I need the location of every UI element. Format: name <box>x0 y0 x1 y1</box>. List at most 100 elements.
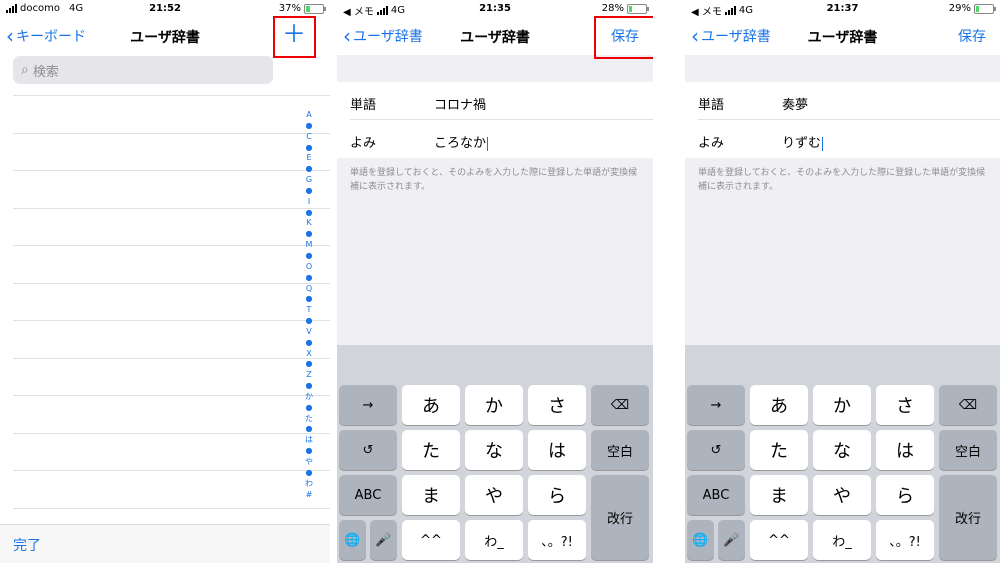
navigation-bar: ‹ ユーザ辞書 ユーザ辞書 保存 <box>685 17 1000 55</box>
word-row[interactable]: 単語 コロナ禍 <box>337 82 653 120</box>
index-letter[interactable]: I <box>304 197 314 208</box>
reading-row[interactable]: よみ りずむ <box>685 120 1000 158</box>
index-letter[interactable]: ● <box>304 273 314 284</box>
delete-icon[interactable]: ⌫ <box>591 385 649 425</box>
index-letter[interactable]: ● <box>304 208 314 219</box>
index-letter[interactable]: か <box>304 392 314 403</box>
kana-key[interactable]: ら <box>876 475 934 515</box>
done-button[interactable]: 完了 <box>13 535 41 555</box>
page-title: ユーザ辞書 <box>807 30 878 46</box>
index-letter[interactable]: ● <box>304 229 314 240</box>
index-letter[interactable]: T <box>304 305 314 316</box>
kana-key[interactable]: ま <box>750 475 808 515</box>
index-letter[interactable]: ● <box>304 143 314 154</box>
battery-percent: 29% <box>948 3 971 14</box>
kana-key[interactable]: あ <box>402 385 460 425</box>
kana-key[interactable]: あ <box>750 385 808 425</box>
index-letter[interactable]: ● <box>304 424 314 435</box>
index-letter[interactable]: M <box>304 240 314 251</box>
index-letter[interactable]: O <box>304 262 314 273</box>
index-letter[interactable]: E <box>304 153 314 164</box>
reading-row[interactable]: よみ ころなか <box>337 120 653 158</box>
delete-icon[interactable]: ⌫ <box>939 385 997 425</box>
status-bar: ◀ メモ 4G 21:37 29% <box>685 0 1000 18</box>
abc-key[interactable]: ABC <box>687 475 745 515</box>
index-letter[interactable]: V <box>304 327 314 338</box>
microphone-icon[interactable]: 🎤 <box>718 520 745 560</box>
kana-key[interactable]: は <box>528 430 586 470</box>
search-placeholder: 検索 <box>32 64 59 80</box>
reading-field[interactable]: ころなか <box>434 132 489 151</box>
kana-key[interactable]: 、。?! <box>876 520 934 560</box>
index-letter[interactable]: K <box>304 218 314 229</box>
undo-key[interactable]: ↺ <box>687 430 745 470</box>
kana-key[interactable]: か <box>465 385 523 425</box>
index-letter[interactable]: Q <box>304 284 314 295</box>
kana-key[interactable]: さ <box>528 385 586 425</box>
kana-key[interactable]: 、。?! <box>528 520 586 560</box>
kana-key[interactable]: や <box>813 475 871 515</box>
index-letter[interactable]: ● <box>304 294 314 305</box>
word-row[interactable]: 単語 奏夢 <box>685 82 1000 120</box>
index-letter[interactable]: わ <box>304 479 314 490</box>
kana-key[interactable]: な <box>465 430 523 470</box>
kana-key[interactable]: ま <box>402 475 460 515</box>
search-input[interactable]: ⌕ 検索 <box>13 56 273 84</box>
index-letter[interactable]: ● <box>304 403 314 414</box>
kana-key[interactable]: や <box>465 475 523 515</box>
index-letter[interactable]: ● <box>304 164 314 175</box>
bottom-toolbar: 完了 <box>0 524 330 563</box>
undo-key[interactable]: ↺ <box>339 430 397 470</box>
index-letter[interactable]: G <box>304 175 314 186</box>
word-label: 単語 <box>350 98 377 113</box>
index-letter[interactable]: X <box>304 349 314 360</box>
index-letter[interactable]: ● <box>304 186 314 197</box>
index-letter[interactable]: A <box>304 110 314 121</box>
section-index[interactable]: A ● C ● E ● G ● I ● K ● M ● O ● Q ● T ● V ● X ● Z ● か ● た ● は ● や ● わ # <box>304 110 314 500</box>
kana-key[interactable]: さ <box>876 385 934 425</box>
kana-key[interactable]: ^^ <box>750 520 808 560</box>
return-key[interactable]: 改行 <box>939 475 997 560</box>
save-button[interactable]: 保存 <box>958 26 986 46</box>
kana-key[interactable]: た <box>750 430 808 470</box>
kana-key[interactable]: は <box>876 430 934 470</box>
word-field[interactable]: コロナ禍 <box>434 94 486 113</box>
kana-key[interactable]: な <box>813 430 871 470</box>
reading-field[interactable]: りずむ <box>782 132 824 151</box>
kana-key[interactable]: ^^ <box>402 520 460 560</box>
abc-key[interactable]: ABC <box>339 475 397 515</box>
index-letter[interactable]: ● <box>304 359 314 370</box>
highlight-box <box>594 16 653 59</box>
space-key[interactable]: 空白 <box>591 430 649 470</box>
index-letter[interactable]: は <box>304 435 314 446</box>
index-letter[interactable]: ● <box>304 381 314 392</box>
reading-value: ころなか <box>434 136 487 151</box>
index-letter[interactable]: ● <box>304 338 314 349</box>
next-arrow-key[interactable]: → <box>687 385 745 425</box>
index-letter[interactable]: ● <box>304 251 314 262</box>
index-letter[interactable]: ● <box>304 316 314 327</box>
index-letter[interactable]: Z <box>304 370 314 381</box>
kana-key[interactable]: た <box>402 430 460 470</box>
index-letter[interactable]: C <box>304 132 314 143</box>
index-letter[interactable]: # <box>304 490 314 501</box>
index-letter[interactable]: ● <box>304 446 314 457</box>
status-bar: ◀ メモ 4G 21:35 28% <box>337 0 653 18</box>
list-row-divider <box>13 170 330 171</box>
index-letter[interactable]: ● <box>304 468 314 479</box>
kana-key[interactable]: ら <box>528 475 586 515</box>
return-key[interactable]: 改行 <box>591 475 649 560</box>
kana-key[interactable]: か <box>813 385 871 425</box>
microphone-icon[interactable]: 🎤 <box>370 520 397 560</box>
index-letter[interactable]: た <box>304 414 314 425</box>
next-arrow-key[interactable]: → <box>339 385 397 425</box>
kana-key[interactable]: わ_ <box>813 520 871 560</box>
globe-icon[interactable]: 🌐 <box>339 520 366 560</box>
globe-icon[interactable]: 🌐 <box>687 520 714 560</box>
word-field[interactable]: 奏夢 <box>782 94 808 113</box>
index-letter[interactable]: や <box>304 457 314 468</box>
list-row-divider <box>13 508 330 509</box>
space-key[interactable]: 空白 <box>939 430 997 470</box>
index-letter[interactable]: ● <box>304 121 314 132</box>
kana-key[interactable]: わ_ <box>465 520 523 560</box>
